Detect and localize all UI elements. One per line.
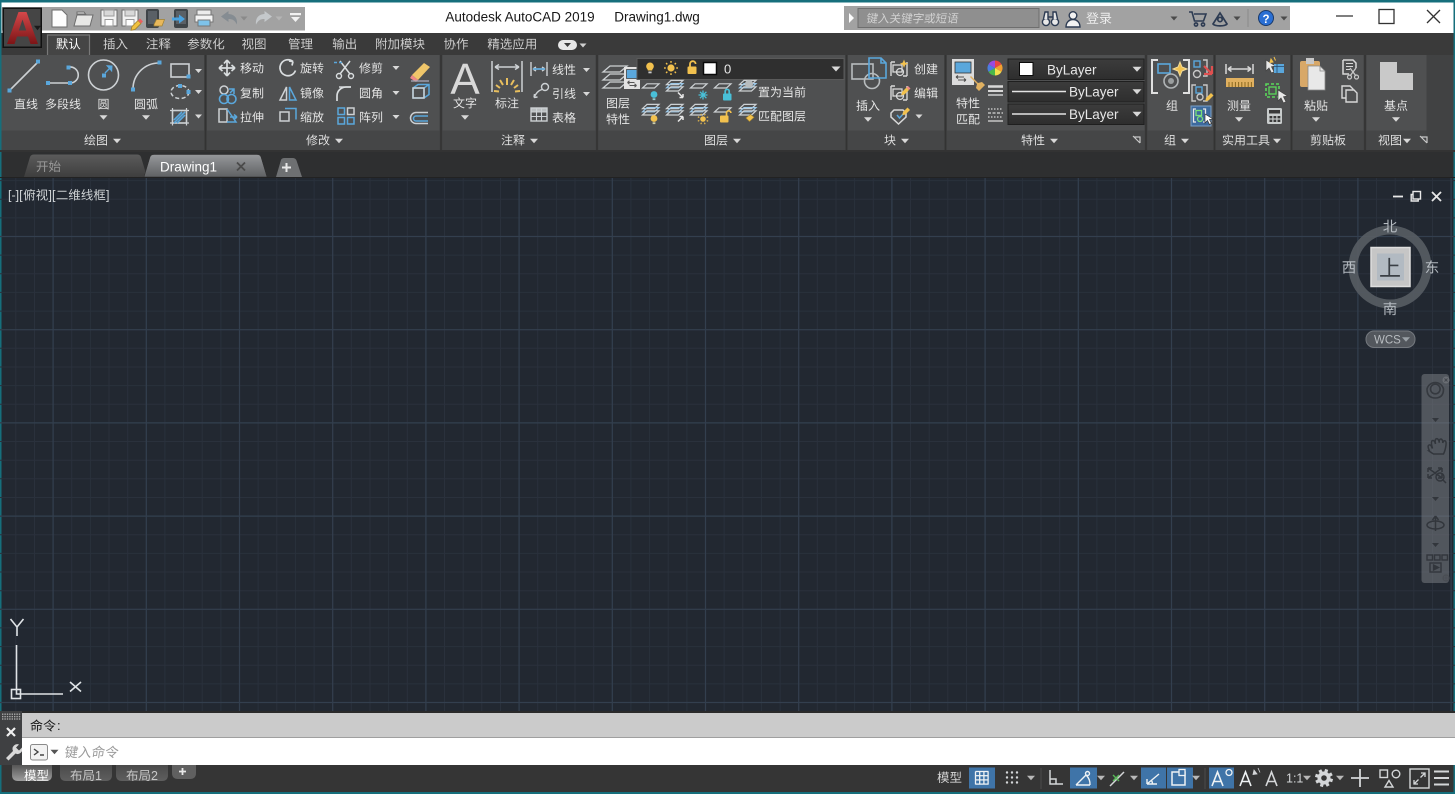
svg-text:1:1: 1:1 — [1286, 772, 1303, 786]
svg-text:A: A — [450, 55, 480, 104]
svg-text:ByLayer: ByLayer — [1069, 107, 1119, 122]
svg-text:ByLayer: ByLayer — [1069, 85, 1119, 100]
svg-text:1: 1 — [95, 769, 102, 783]
svg-text:]: ] — [106, 189, 109, 203]
svg-text:Drawing1.dwg: Drawing1.dwg — [614, 10, 700, 25]
svg-text:Autodesk AutoCAD 2019: Autodesk AutoCAD 2019 — [445, 10, 594, 25]
svg-text:WCS: WCS — [1374, 335, 1401, 347]
svg-text:?: ? — [1262, 14, 1269, 26]
svg-text:2: 2 — [151, 769, 158, 783]
svg-text:Drawing1: Drawing1 — [160, 160, 217, 175]
svg-text::: : — [57, 718, 61, 733]
svg-text:[-][: [-][ — [8, 189, 23, 203]
svg-text:0: 0 — [724, 62, 731, 77]
svg-text:ByLayer: ByLayer — [1047, 63, 1097, 78]
svg-text:][: ][ — [49, 189, 56, 203]
